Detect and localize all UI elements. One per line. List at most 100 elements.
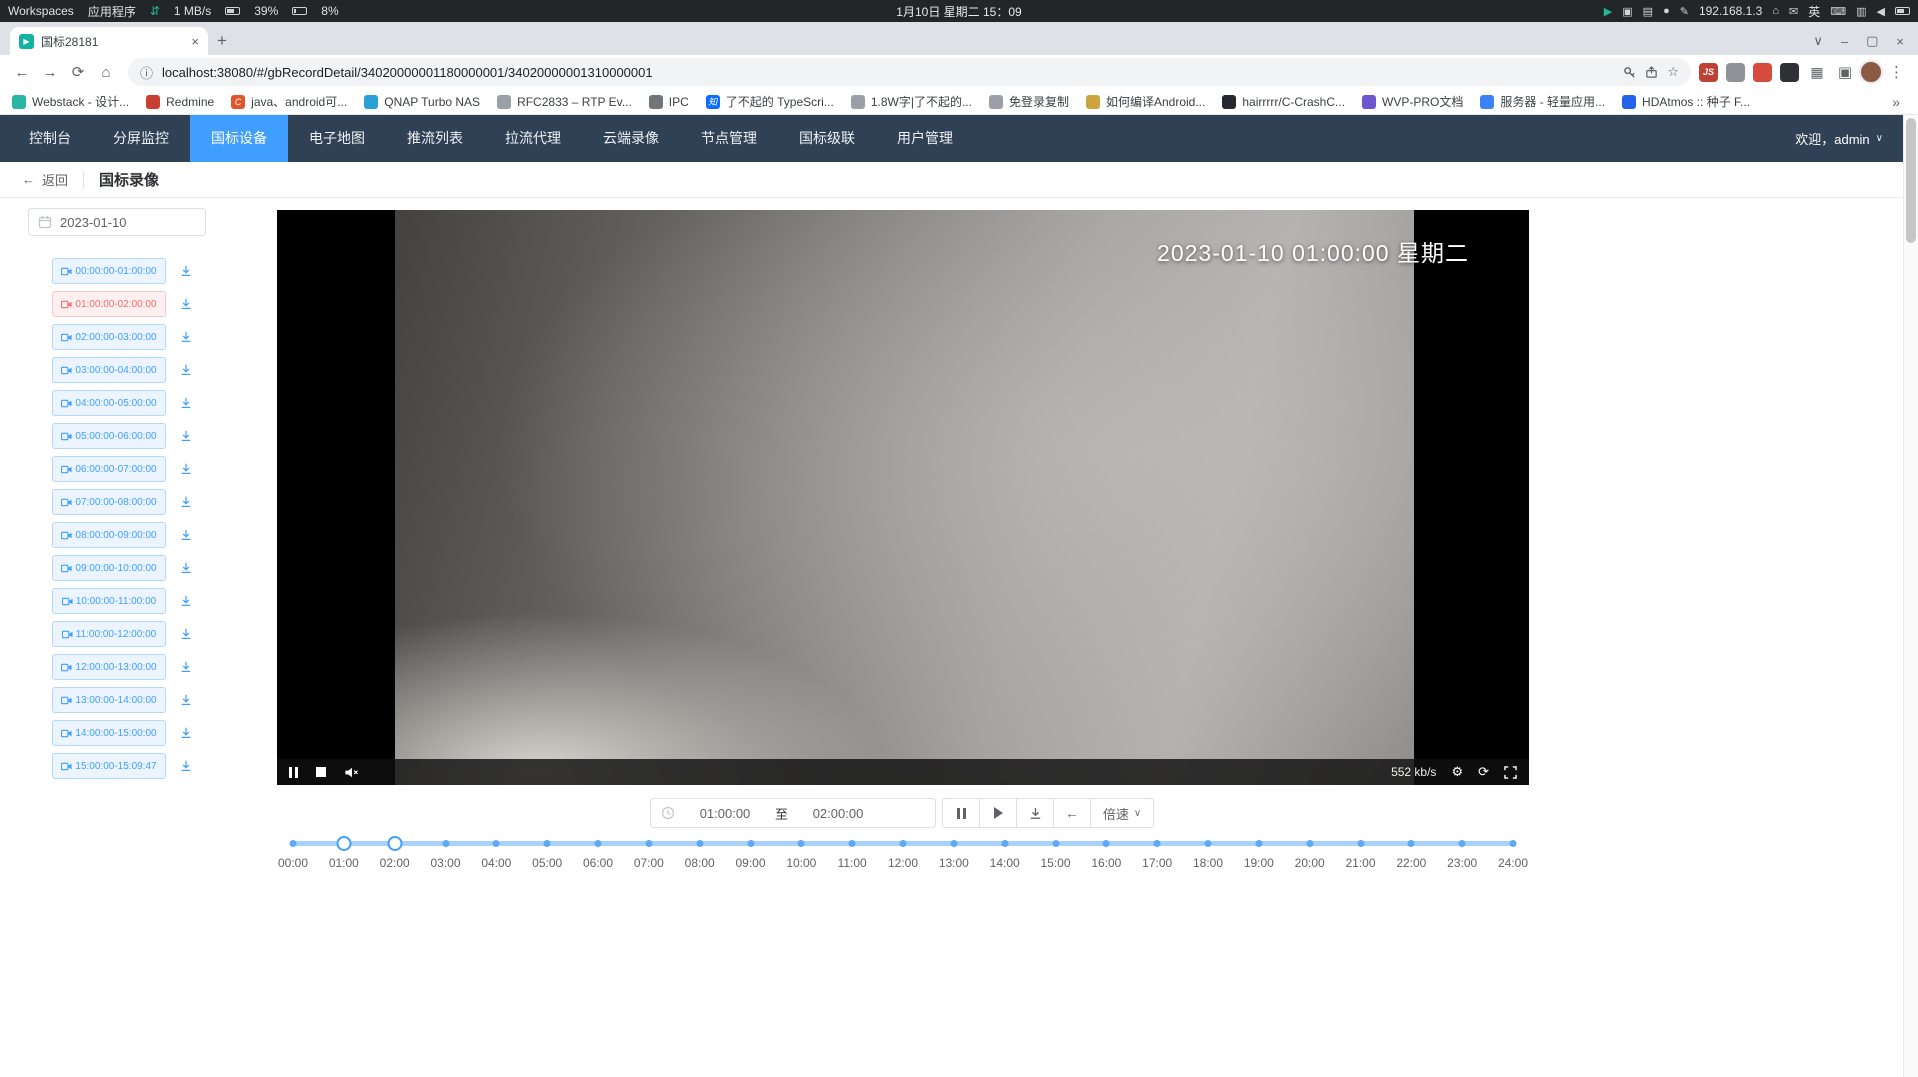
- tab-search-icon[interactable]: ∨: [1813, 33, 1823, 49]
- bookmark[interactable]: HDAtmos :: 种子 F...: [1622, 93, 1750, 110]
- player-settings-icon[interactable]: ⚙: [1451, 764, 1463, 780]
- bookmark[interactable]: RFC2833 – RTP Ev...: [497, 95, 632, 109]
- download-button[interactable]: [1016, 798, 1054, 828]
- timeline-dot[interactable]: [696, 840, 703, 847]
- extension-icon[interactable]: [1753, 63, 1772, 82]
- timeline-dot[interactable]: [849, 840, 856, 847]
- segment-button[interactable]: 06:00:00-07:00:00: [52, 456, 166, 482]
- download-icon[interactable]: [179, 462, 193, 476]
- back-button[interactable]: ←: [8, 58, 36, 86]
- bookmark[interactable]: IPC: [649, 95, 689, 109]
- segment-button[interactable]: 11:00:00-12:00:00: [52, 621, 166, 647]
- segment-button[interactable]: 09:00:00-10:00:00: [52, 555, 166, 581]
- ip-address[interactable]: 192.168.1.3: [1699, 4, 1762, 18]
- bookmark[interactable]: WVP-PRO文档: [1362, 93, 1463, 110]
- segment-button[interactable]: 13:00:00-14:00:00: [52, 687, 166, 713]
- download-icon[interactable]: [179, 264, 193, 278]
- timeline-dot[interactable]: [1052, 840, 1059, 847]
- player-refresh-icon[interactable]: ⟳: [1478, 764, 1489, 780]
- timeline-dot[interactable]: [1255, 840, 1262, 847]
- bookmark[interactable]: 1.8W字|了不起的...: [851, 93, 972, 110]
- timeline-dot[interactable]: [645, 840, 652, 847]
- timeline-dot[interactable]: [798, 840, 805, 847]
- browser-menu-icon[interactable]: ⋮: [1883, 63, 1910, 81]
- site-info-icon[interactable]: ⓘ: [140, 63, 153, 82]
- window-maximize-icon[interactable]: ▢: [1866, 33, 1878, 49]
- timeline-dot[interactable]: [950, 840, 957, 847]
- extension-icon[interactable]: [1726, 63, 1745, 82]
- date-picker[interactable]: 2023-01-10: [28, 208, 206, 236]
- segment-button[interactable]: 01:00:00-02:00:00: [52, 291, 166, 317]
- profile-avatar[interactable]: [1859, 60, 1883, 84]
- download-icon[interactable]: [179, 297, 193, 311]
- bookmark[interactable]: hairrrrr/C-CrashC...: [1222, 95, 1345, 109]
- time-range-input[interactable]: 01:00:00 至 02:00:00: [650, 798, 936, 828]
- download-icon[interactable]: [179, 726, 193, 740]
- share-icon[interactable]: [1645, 66, 1658, 79]
- download-icon[interactable]: [179, 396, 193, 410]
- download-icon[interactable]: [179, 330, 193, 344]
- timeline-dot[interactable]: [493, 840, 500, 847]
- nav-tab[interactable]: 推流列表: [386, 115, 484, 162]
- pause-button[interactable]: [942, 798, 980, 828]
- nav-tab[interactable]: 节点管理: [680, 115, 778, 162]
- segment-button[interactable]: 14:00:00-15:00:00: [52, 720, 166, 746]
- segment-button[interactable]: 10:00:00-11:00:00: [52, 588, 166, 614]
- timeline-dot[interactable]: [1510, 840, 1517, 847]
- applications-button[interactable]: 应用程序: [88, 3, 136, 20]
- timeline-slider[interactable]: 00:0001:0002:0003:0004:0005:0006:0007:00…: [293, 834, 1513, 878]
- side-panel-icon[interactable]: ▣: [1831, 58, 1859, 86]
- extensions-puzzle-icon[interactable]: ▦: [1803, 58, 1831, 86]
- download-icon[interactable]: [179, 528, 193, 542]
- window-minimize-icon[interactable]: –: [1841, 34, 1848, 49]
- nav-tab[interactable]: 电子地图: [288, 115, 386, 162]
- segment-button[interactable]: 08:00:00-09:00:00: [52, 522, 166, 548]
- download-icon[interactable]: [179, 495, 193, 509]
- start-time-value[interactable]: 01:00:00: [679, 806, 771, 821]
- bookmark[interactable]: 免登录复制: [989, 93, 1069, 110]
- home-button[interactable]: ⌂: [92, 58, 120, 86]
- extension-icon[interactable]: JS: [1699, 63, 1718, 82]
- bookmarks-overflow-icon[interactable]: »: [1886, 94, 1906, 110]
- key-icon[interactable]: [1623, 66, 1636, 79]
- address-bar[interactable]: ⓘ localhost:38080/#/gbRecordDetail/34020…: [128, 58, 1691, 86]
- timeline-dot[interactable]: [1459, 840, 1466, 847]
- download-icon[interactable]: [179, 594, 193, 608]
- timeline-handle[interactable]: [387, 836, 402, 851]
- page-scrollbar[interactable]: [1903, 115, 1918, 1077]
- bookmark-star-icon[interactable]: ☆: [1667, 64, 1679, 80]
- mute-icon[interactable]: [344, 766, 359, 779]
- scrollbar-thumb[interactable]: [1906, 118, 1916, 243]
- input-language[interactable]: 英: [1808, 3, 1820, 20]
- timeline-dot[interactable]: [442, 840, 449, 847]
- segment-button[interactable]: 02:00:00-03:00:00: [52, 324, 166, 350]
- nav-tab[interactable]: 国标设备: [190, 115, 288, 162]
- play-button[interactable]: [979, 798, 1017, 828]
- download-icon[interactable]: [179, 693, 193, 707]
- display-icon[interactable]: ▥: [1856, 5, 1866, 18]
- segment-button[interactable]: 15:00:00-15:09:47: [52, 753, 166, 779]
- video-player[interactable]: 2023-01-10 01:00:00 星期二 552 kb/s ⚙ ⟳: [277, 210, 1529, 785]
- nav-tab[interactable]: 云端录像: [582, 115, 680, 162]
- player-pause-button[interactable]: [289, 767, 298, 778]
- timeline-dot[interactable]: [1357, 840, 1364, 847]
- reload-button[interactable]: ⟳: [64, 58, 92, 86]
- browser-tab[interactable]: ▶ 国标28181 ×: [10, 27, 208, 55]
- window-close-icon[interactable]: ×: [1896, 34, 1904, 49]
- extension-icon[interactable]: [1780, 63, 1799, 82]
- keyboard-icon[interactable]: ⌨: [1830, 5, 1846, 18]
- nav-tab[interactable]: 分屏监控: [92, 115, 190, 162]
- segment-button[interactable]: 00:00:00-01:00:00: [52, 258, 166, 284]
- timeline-dot[interactable]: [544, 840, 551, 847]
- download-icon[interactable]: [179, 627, 193, 641]
- clipboard-icon[interactable]: ▤: [1643, 5, 1653, 18]
- bookmark[interactable]: 服务器 - 轻量应用...: [1480, 93, 1605, 110]
- bookmark[interactable]: Webstack - 设计...: [12, 93, 129, 110]
- user-menu[interactable]: 欢迎，admin ∨: [1795, 129, 1903, 148]
- timeline-handle[interactable]: [336, 836, 351, 851]
- new-tab-button[interactable]: +: [208, 27, 236, 55]
- player-stop-button[interactable]: [316, 767, 326, 777]
- nav-tab[interactable]: 拉流代理: [484, 115, 582, 162]
- cursor-icon[interactable]: ▶: [1604, 5, 1612, 18]
- timeline-dot[interactable]: [1103, 840, 1110, 847]
